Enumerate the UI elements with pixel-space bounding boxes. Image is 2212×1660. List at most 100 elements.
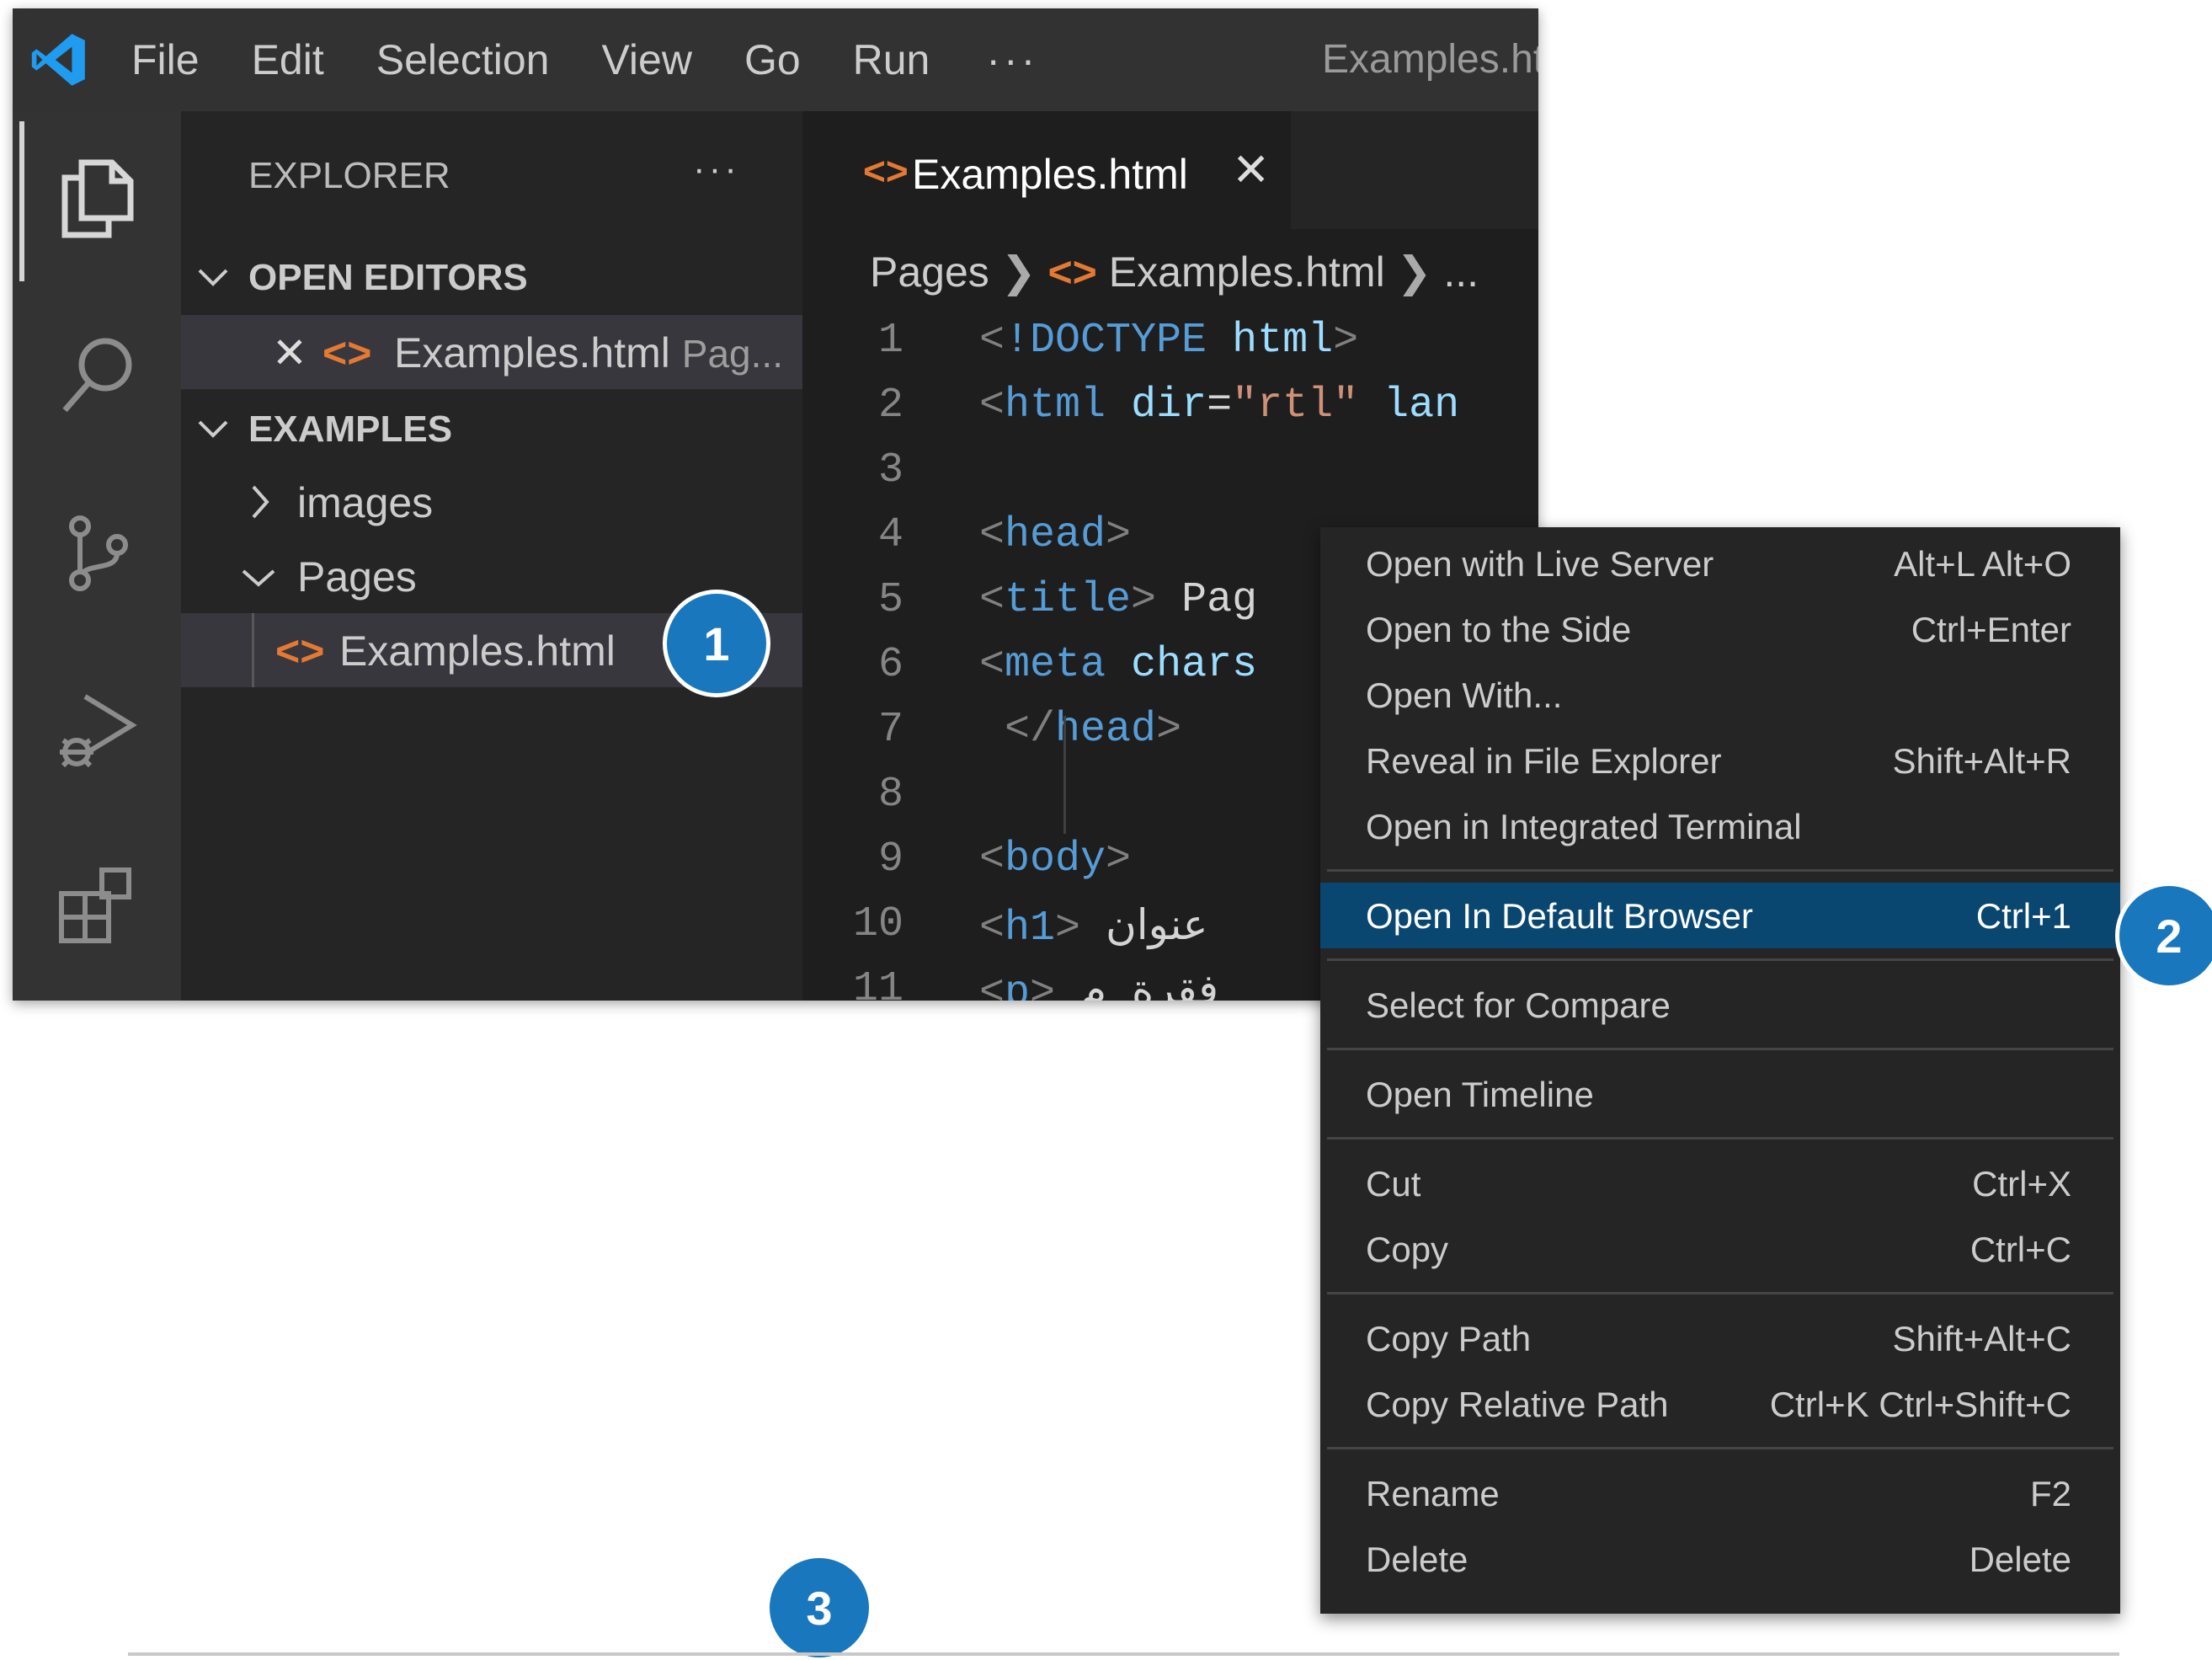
explorer-more-button[interactable]: ··· <box>693 148 740 190</box>
code-token: < <box>979 382 1005 430</box>
menu-item-label: Select for Compare <box>1366 985 1671 1025</box>
breadcrumb-file[interactable]: Examples.html <box>1109 248 1385 296</box>
menu-separator <box>1327 958 2113 961</box>
code-token: < <box>979 511 1005 559</box>
run-debug-icon[interactable] <box>51 684 143 777</box>
callout-3: 3 <box>770 1558 869 1657</box>
menu-item-label: Open in Integrated Terminal <box>1366 807 1802 846</box>
tab-close-icon[interactable]: ✕ <box>1232 143 1270 196</box>
explorer-sidebar: EXPLORER ··· OPEN EDITORS ✕ <> Examples.… <box>181 111 802 1001</box>
html-file-icon: <> <box>1047 248 1097 296</box>
extensions-icon[interactable] <box>51 859 143 952</box>
html-file-icon: <> <box>275 627 325 675</box>
open-editor-item[interactable]: ✕ <> Examples.html Pag... <box>181 315 802 389</box>
explorer-title: EXPLORER <box>248 155 450 196</box>
chevron-down-icon <box>198 420 228 438</box>
code-token: meta <box>1005 641 1106 689</box>
menu-separator <box>1327 1447 2113 1449</box>
code-token: < <box>979 905 1005 953</box>
menu-item-shortcut: F2 <box>2029 1474 2071 1513</box>
tab-label: Examples.html <box>912 151 1188 198</box>
code-token: < <box>979 317 1005 365</box>
open-editors-section[interactable]: OPEN EDITORS <box>181 242 802 312</box>
menu-item-label: Open Timeline <box>1366 1075 1594 1114</box>
vscode-window: File Edit Selection View Go Run ··· Exam… <box>13 8 1538 1001</box>
menu-item-shortcut: Ctrl+Enter <box>1911 610 2071 649</box>
explorer-icon[interactable] <box>51 152 143 244</box>
code-text: <head> <box>979 511 1131 559</box>
menu-selection[interactable]: Selection <box>350 8 576 111</box>
code-token: h1 <box>1005 905 1056 953</box>
menu-item-label: Delete <box>1366 1540 1468 1579</box>
code-token: > <box>1106 835 1132 883</box>
menu-item-cut[interactable]: Cut Ctrl+X <box>1320 1150 2120 1216</box>
tree-item-label: images <box>297 479 434 526</box>
title-bar: File Edit Selection View Go Run ··· Exam… <box>13 8 1538 111</box>
tab-strip: <> Examples.html ✕ <box>802 111 1538 229</box>
menu-item-rename[interactable]: Rename F2 <box>1320 1460 2120 1526</box>
explorer-header: EXPLORER ··· <box>181 111 802 229</box>
code-token: > <box>1131 576 1157 624</box>
html-file-icon: <> <box>863 149 909 193</box>
tree-item-label: Examples.html <box>339 627 616 675</box>
code-token: Pag <box>1156 576 1258 624</box>
menu-item-delete[interactable]: Delete Delete <box>1320 1526 2120 1592</box>
menu-item-open-to-the-side[interactable]: Open to the Side Ctrl+Enter <box>1320 596 2120 662</box>
menu-item-shortcut: Shift+Alt+R <box>1892 741 2071 781</box>
close-icon[interactable]: ✕ <box>272 328 307 377</box>
menu-item-label: Open With... <box>1366 675 1563 715</box>
code-token: < <box>979 835 1005 883</box>
code-text: </head> <box>979 706 1181 754</box>
menu-item-open-with-live-server[interactable]: Open with Live Server Alt+L Alt+O <box>1320 531 2120 596</box>
menu-item-copy-relative-path[interactable]: Copy Relative Path Ctrl+K Ctrl+Shift+C <box>1320 1371 2120 1437</box>
menu-separator <box>1327 869 2113 872</box>
menu-item-label: Copy Path <box>1366 1319 1532 1358</box>
menu-item-select-for-compare[interactable]: Select for Compare <box>1320 972 2120 1038</box>
code-text: <body> <box>979 835 1131 883</box>
menu-item-label: Rename <box>1366 1474 1500 1513</box>
tree-item-images[interactable]: images <box>181 465 802 539</box>
menu-item-shortcut: Alt+L Alt+O <box>1894 544 2071 584</box>
menu-go[interactable]: Go <box>718 8 827 111</box>
menu-item-label: Copy Relative Path <box>1366 1385 1669 1424</box>
code-token: head <box>1005 511 1106 559</box>
menu-item-open-with[interactable]: Open With... <box>1320 662 2120 728</box>
menu-edit[interactable]: Edit <box>226 8 350 111</box>
menu-item-reveal-in-file-explorer[interactable]: Reveal in File Explorer Shift+Alt+R <box>1320 728 2120 793</box>
examples-folder-section[interactable]: EXAMPLES <box>181 393 802 464</box>
divider-line <box>128 1652 2119 1656</box>
code-token: "rtl" <box>1232 382 1359 430</box>
menu-item-open-in-integrated-terminal[interactable]: Open in Integrated Terminal <box>1320 793 2120 859</box>
tab-examples-html[interactable]: <> Examples.html ✕ <box>802 111 1291 229</box>
menu-item-label: Copy <box>1366 1230 1449 1269</box>
open-editors-label: OPEN EDITORS <box>248 257 528 298</box>
code-token: chars <box>1131 641 1258 689</box>
menu-item-copy[interactable]: Copy Ctrl+C <box>1320 1216 2120 1282</box>
tree-indent-guide <box>252 613 254 687</box>
menu-run[interactable]: Run <box>827 8 957 111</box>
source-control-icon[interactable] <box>51 507 143 600</box>
search-icon[interactable] <box>51 328 143 421</box>
tree-item-label: Pages <box>297 553 417 600</box>
menu-item-open-in-default-browser[interactable]: Open In Default Browser Ctrl+1 <box>1320 883 2120 948</box>
menu-item-label: Open with Live Server <box>1366 544 1714 584</box>
menu-file[interactable]: File <box>105 8 226 111</box>
code-text: <title> Pag <box>979 576 1257 624</box>
menu-more-button[interactable]: ··· <box>956 35 1069 84</box>
code-token: p <box>1005 969 1031 1001</box>
chevron-right-icon <box>252 485 269 519</box>
menu-item-copy-path[interactable]: Copy Path Shift+Alt+C <box>1320 1305 2120 1371</box>
open-editor-filename: Examples.html <box>394 329 670 376</box>
code-token: > <box>1030 969 1056 1001</box>
chevron-down-icon <box>198 269 228 286</box>
menu-item-open-timeline[interactable]: Open Timeline <box>1320 1061 2120 1127</box>
chevron-right-icon: ❯ <box>1396 248 1444 296</box>
menu-view[interactable]: View <box>575 8 717 111</box>
breadcrumb-folder[interactable]: Pages <box>870 248 989 296</box>
code-token: dir <box>1131 382 1207 430</box>
context-menu: Open with Live Server Alt+L Alt+O Open to … <box>1320 527 2120 1614</box>
code-token: html <box>1005 382 1106 430</box>
code-text: <p> فقرة م <box>979 965 1218 1001</box>
breadcrumb-more[interactable]: ... <box>1443 248 1479 296</box>
